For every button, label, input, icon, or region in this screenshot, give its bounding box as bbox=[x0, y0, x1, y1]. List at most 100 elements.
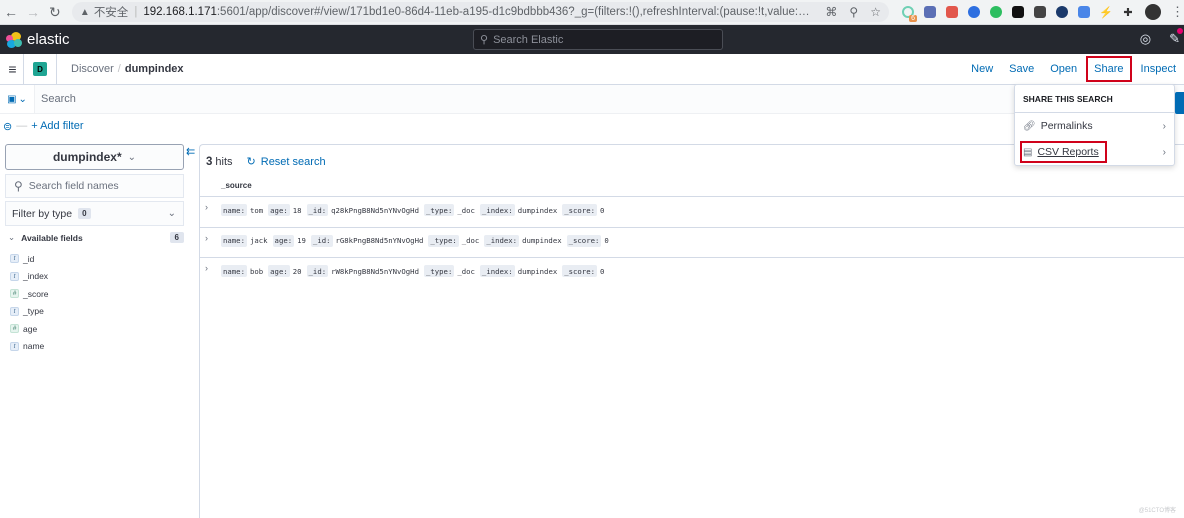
field-key: age: bbox=[268, 265, 290, 277]
field-key: _index: bbox=[484, 234, 520, 247]
elastic-logo[interactable]: elastic bbox=[6, 31, 70, 48]
reload-icon[interactable]: ↻ bbox=[44, 4, 66, 21]
share-popover-title: SHARE THIS SEARCH bbox=[1015, 85, 1174, 113]
extension-cube-icon[interactable] bbox=[1029, 3, 1051, 21]
profile-avatar[interactable] bbox=[1144, 4, 1161, 20]
bookmark-star-icon[interactable]: ☆ bbox=[870, 5, 881, 19]
field-value: 0 bbox=[600, 205, 605, 215]
evernote-icon[interactable] bbox=[985, 3, 1007, 21]
global-search-input[interactable]: ⚲ Search Elastic bbox=[473, 29, 723, 50]
search-icon: ⚲ bbox=[480, 34, 489, 46]
hits-count: 3 bbox=[206, 155, 213, 168]
table-row: › name: tom age: 18 _id: q28kPngB8Nd5nYNvOgHd _… bbox=[200, 196, 1184, 227]
save-button[interactable]: Save bbox=[1001, 63, 1042, 75]
field-key: name: bbox=[221, 265, 247, 277]
divider bbox=[56, 54, 57, 84]
filter-bar: ⊜ — + Add filter bbox=[0, 114, 1184, 138]
breadcrumb-separator: / bbox=[117, 63, 121, 75]
extensions-puzzle-icon[interactable]: ✚ bbox=[1117, 3, 1139, 21]
field-item[interactable]: # age bbox=[10, 320, 49, 338]
translate-icon[interactable]: ⌘ bbox=[825, 5, 837, 19]
watermark: @51CTO博客 bbox=[1138, 508, 1176, 514]
field-item[interactable]: # _score bbox=[10, 285, 49, 303]
extension-check-icon[interactable] bbox=[1051, 3, 1073, 21]
filter-count-badge: 0 bbox=[78, 208, 91, 219]
query-input[interactable]: Search bbox=[34, 85, 1184, 113]
results-panel: 3 hits ↻ Reset search _source › name: tom a… bbox=[199, 144, 1184, 518]
field-value: 20 bbox=[292, 266, 302, 276]
field-name: age bbox=[23, 323, 38, 334]
field-value: rG8kPngB8Nd5nYNvOgHd bbox=[335, 236, 424, 245]
extension-ring-icon[interactable]: 6 bbox=[897, 3, 919, 22]
elastic-logo-icon bbox=[6, 31, 22, 48]
field-key: _index: bbox=[479, 265, 515, 277]
search-icon: ⚲ bbox=[14, 179, 23, 193]
csv-reports-menu-item[interactable]: ▤ CSV Reports › bbox=[1015, 139, 1174, 165]
expand-row-icon[interactable]: › bbox=[205, 233, 208, 243]
forward-icon[interactable]: → bbox=[22, 4, 44, 20]
field-item[interactable]: t _index bbox=[10, 268, 49, 286]
field-value: dumpindex bbox=[517, 266, 558, 276]
field-item[interactable]: t name bbox=[10, 338, 49, 356]
field-key: _score: bbox=[562, 204, 597, 216]
expand-row-icon[interactable]: › bbox=[205, 263, 208, 273]
field-key: _id: bbox=[310, 234, 333, 247]
menu-toggle-icon[interactable]: ≡ bbox=[0, 54, 24, 84]
index-pattern-selector[interactable]: dumpindex* ⌄ bbox=[5, 144, 184, 170]
add-filter-button[interactable]: + Add filter bbox=[31, 120, 83, 132]
reset-search-button[interactable]: ↻ Reset search bbox=[247, 155, 326, 169]
field-name: _type bbox=[23, 306, 44, 317]
field-value: tom bbox=[249, 205, 264, 215]
permalinks-label: Permalinks bbox=[1040, 120, 1093, 132]
inspect-button[interactable]: Inspect bbox=[1133, 63, 1184, 75]
open-button[interactable]: Open bbox=[1042, 63, 1085, 75]
field-item[interactable]: t _id bbox=[10, 250, 49, 268]
field-key: name: bbox=[221, 204, 247, 216]
permalinks-menu-item[interactable]: 🔗︎ Permalinks › bbox=[1015, 113, 1174, 139]
extension-sitemap-icon[interactable] bbox=[941, 3, 963, 21]
browser-menu-icon[interactable]: ⋮ bbox=[1171, 4, 1184, 20]
field-name: _id bbox=[23, 253, 35, 264]
saved-query-menu[interactable]: ▣ ⌄ bbox=[2, 94, 32, 105]
field-key: _score: bbox=[566, 234, 602, 247]
save-disk-icon: ▣ bbox=[7, 93, 17, 105]
filter-by-type-label: Filter by type bbox=[12, 207, 73, 220]
google-translate-icon[interactable] bbox=[1073, 3, 1095, 21]
breadcrumb-discover[interactable]: Discover bbox=[71, 63, 114, 75]
field-item[interactable]: t _type bbox=[10, 303, 49, 321]
extension-screen-icon[interactable] bbox=[963, 3, 985, 21]
chevron-down-icon: ⌄ bbox=[167, 208, 176, 219]
filter-options-icon[interactable]: ⊜ bbox=[3, 120, 12, 133]
zoom-icon[interactable]: ⚲ bbox=[849, 5, 858, 19]
field-value: 0 bbox=[600, 266, 605, 276]
browser-toolbar: ← → ↻ ▲ 不安全 | 192.168.1.171 :5601/app/di… bbox=[0, 0, 1184, 25]
field-key: name: bbox=[221, 234, 247, 247]
kibana-header: elastic ⚲ Search Elastic ◎ ✎ bbox=[0, 25, 1184, 54]
help-icon[interactable]: ◎ bbox=[1140, 31, 1151, 47]
field-name: _index bbox=[23, 271, 49, 282]
share-button[interactable]: Share bbox=[1086, 56, 1132, 82]
new-button[interactable]: New bbox=[963, 63, 1001, 75]
address-bar[interactable]: ▲ 不安全 | 192.168.1.171 :5601/app/discover… bbox=[71, 2, 889, 22]
filter-by-type-button[interactable]: Filter by type 0 ⌄ bbox=[5, 201, 184, 226]
newsfeed-icon[interactable]: ✎ bbox=[1169, 28, 1183, 47]
chevron-down-icon: ⌄ bbox=[8, 232, 16, 242]
space-avatar[interactable]: D bbox=[33, 62, 47, 76]
back-icon[interactable]: ← bbox=[0, 4, 22, 20]
global-search-placeholder: Search Elastic bbox=[493, 33, 564, 46]
field-key: _type: bbox=[423, 204, 455, 216]
extensions-bar: 6 ⚡ ✚ ⋮ bbox=[897, 3, 1184, 22]
brand-name: elastic bbox=[27, 31, 70, 48]
extension-notes-icon[interactable] bbox=[919, 3, 941, 21]
collapse-sidebar-icon[interactable]: ⇇ bbox=[186, 145, 195, 158]
expand-row-icon[interactable]: › bbox=[205, 202, 208, 212]
extension-bolt-icon[interactable]: ⚡ bbox=[1095, 3, 1117, 21]
field-search-input[interactable]: ⚲ Search field names bbox=[5, 174, 184, 198]
jetbrains-icon[interactable] bbox=[1007, 3, 1029, 21]
string-type-icon: t bbox=[10, 306, 19, 316]
update-button-edge[interactable] bbox=[1175, 92, 1184, 114]
available-fields-toggle[interactable]: ⌄ Available fields 6 bbox=[8, 232, 184, 243]
hits-summary: 3 hits ↻ Reset search bbox=[206, 155, 326, 169]
query-bar: ▣ ⌄ Search bbox=[0, 85, 1184, 114]
notification-dot bbox=[1177, 28, 1183, 34]
